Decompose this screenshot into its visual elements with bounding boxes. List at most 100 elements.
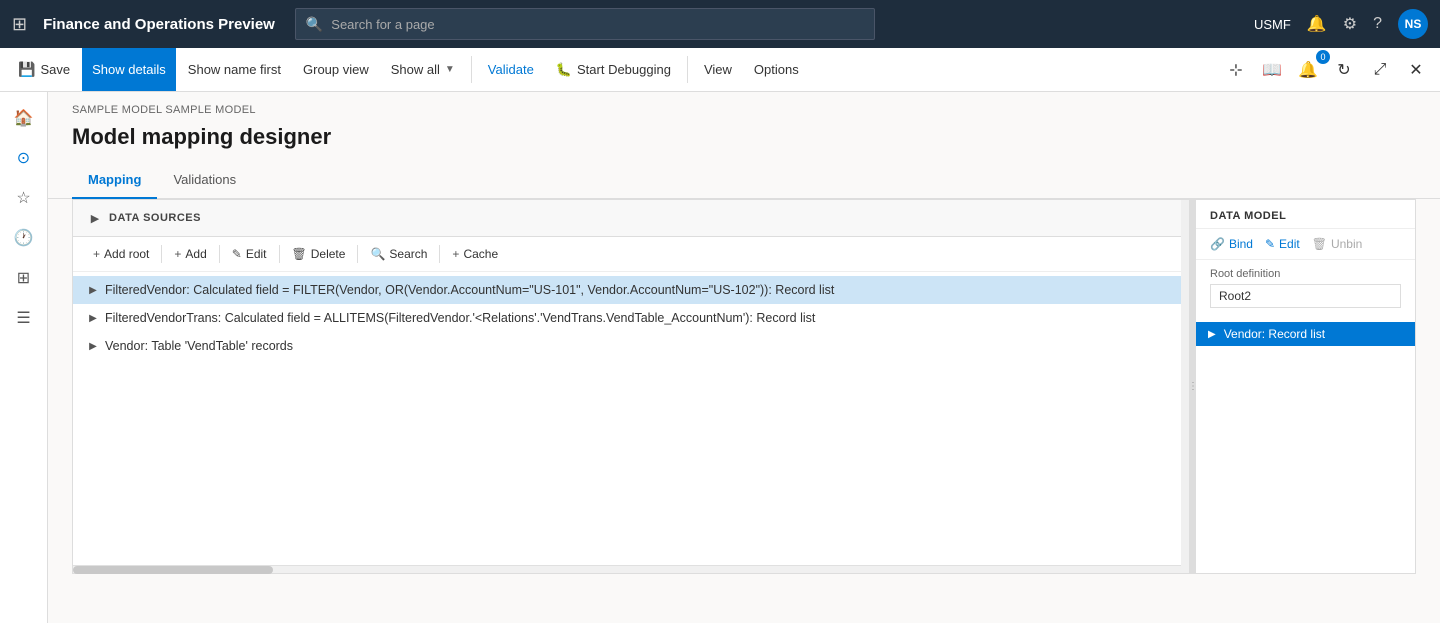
start-debugging-button[interactable]: 🐛 Start Debugging bbox=[546, 48, 681, 91]
read-mode-icon[interactable]: 📖 bbox=[1256, 54, 1288, 86]
view-button[interactable]: View bbox=[694, 48, 742, 91]
close-icon[interactable]: ✕ bbox=[1400, 54, 1432, 86]
show-name-first-button[interactable]: Show name first bbox=[178, 48, 291, 91]
personalize-icon[interactable]: ⊹ bbox=[1220, 54, 1252, 86]
toolbar-sep-5 bbox=[439, 245, 440, 263]
add-root-button[interactable]: + Add root bbox=[85, 243, 157, 265]
dm-tree-item-0[interactable]: ▶ Vendor: Record list bbox=[1196, 322, 1415, 346]
command-bar-right: ⊹ 📖 🔔 0 ↻ ⤢ ✕ bbox=[1220, 48, 1432, 91]
dm-root-def-label: Root definition bbox=[1210, 268, 1401, 280]
ds-panel-header: ▶ DATA SOURCES bbox=[73, 200, 1189, 237]
bind-label: Bind bbox=[1229, 237, 1253, 251]
top-nav: ⊞ Finance and Operations Preview 🔍 Searc… bbox=[0, 0, 1440, 48]
main-layout: 🏠 ⊙ ☆ 🕐 ⊞ ☰ SAMPLE MODEL SAMPLE MODEL Mo… bbox=[0, 92, 1440, 623]
sidebar: 🏠 ⊙ ☆ 🕐 ⊞ ☰ bbox=[0, 92, 48, 623]
ds-search-icon: 🔍 bbox=[370, 247, 385, 261]
ds-panel-title: DATA SOURCES bbox=[109, 212, 201, 224]
ds-scrollbar-thumb bbox=[73, 566, 273, 574]
tab-mapping[interactable]: Mapping bbox=[72, 162, 157, 199]
dm-tree: ▶ Vendor: Record list bbox=[1196, 316, 1415, 573]
page-title: Model mapping designer bbox=[48, 120, 1440, 162]
user-avatar[interactable]: NS bbox=[1398, 9, 1428, 39]
top-nav-right: USMF 🔔 ⚙ ? NS bbox=[1254, 9, 1428, 39]
help-icon[interactable]: ? bbox=[1373, 15, 1382, 33]
ds-delete-icon: 🗑 bbox=[292, 247, 307, 261]
tree-item-text-0: FilteredVendor: Calculated field = FILTE… bbox=[105, 283, 1177, 297]
save-label: Save bbox=[40, 62, 70, 77]
save-icon: 💾 bbox=[18, 61, 35, 78]
separator-2 bbox=[687, 56, 688, 83]
expand-icon-1[interactable]: ▶ bbox=[85, 310, 101, 326]
unbin-label: Unbin bbox=[1331, 237, 1362, 251]
ds-panel-toolbar: + Add root + Add ✎ Edit 🗑 bbox=[73, 237, 1189, 272]
notification-icon[interactable]: 🔔 bbox=[1307, 14, 1327, 34]
app-grid-icon[interactable]: ⊞ bbox=[12, 14, 27, 35]
ds-delete-button[interactable]: 🗑 Delete bbox=[284, 243, 354, 265]
group-view-button[interactable]: Group view bbox=[293, 48, 379, 91]
tree-item-1[interactable]: ▶ FilteredVendorTrans: Calculated field … bbox=[73, 304, 1189, 332]
sidebar-item-recent[interactable]: 🕐 bbox=[6, 220, 42, 256]
data-sources-panel: ▶ DATA SOURCES + Add root + Add bbox=[72, 199, 1190, 574]
tab-validations[interactable]: Validations bbox=[157, 162, 252, 199]
bind-icon: 🔗 bbox=[1210, 237, 1225, 251]
notifications-count-icon[interactable]: 🔔 0 bbox=[1292, 54, 1324, 86]
bind-button[interactable]: 🔗 Bind bbox=[1210, 237, 1253, 251]
toolbar-sep-4 bbox=[357, 245, 358, 263]
tabs-container: Mapping Validations bbox=[48, 162, 1440, 199]
ds-horizontal-scrollbar[interactable] bbox=[73, 565, 1189, 573]
breadcrumb: SAMPLE MODEL SAMPLE MODEL bbox=[48, 92, 1440, 120]
tree-item-2[interactable]: ▶ Vendor: Table 'VendTable' records bbox=[73, 332, 1189, 360]
separator-1 bbox=[471, 56, 472, 83]
show-details-label: Show details bbox=[92, 62, 166, 77]
avatar-initials: NS bbox=[1405, 17, 1422, 31]
ds-edit-label: Edit bbox=[246, 247, 267, 261]
global-search-bar[interactable]: 🔍 Search for a page bbox=[295, 8, 875, 40]
main-content: SAMPLE MODEL SAMPLE MODEL Model mapping … bbox=[48, 92, 1440, 623]
ds-cache-button[interactable]: + Cache bbox=[444, 243, 506, 265]
options-label: Options bbox=[754, 62, 799, 77]
ds-search-button[interactable]: 🔍 Search bbox=[362, 243, 435, 265]
open-in-new-icon[interactable]: ⤢ bbox=[1364, 54, 1396, 86]
dm-edit-icon: ✎ bbox=[1265, 237, 1275, 251]
notif-badge: 0 bbox=[1316, 50, 1330, 64]
start-debugging-label: Start Debugging bbox=[577, 62, 671, 77]
toolbar-sep-2 bbox=[219, 245, 220, 263]
ds-search-label: Search bbox=[389, 247, 427, 261]
save-button[interactable]: 💾 Save bbox=[8, 48, 80, 91]
show-details-button[interactable]: Show details bbox=[82, 48, 176, 91]
ds-add-button[interactable]: + Add bbox=[166, 243, 214, 265]
toolbar-sep-1 bbox=[161, 245, 162, 263]
ds-vertical-scrollbar[interactable] bbox=[1181, 200, 1189, 573]
sidebar-item-filter[interactable]: ⊙ bbox=[6, 140, 42, 176]
show-all-button[interactable]: Show all ▼ bbox=[381, 48, 465, 91]
expand-icon-2[interactable]: ▶ bbox=[85, 338, 101, 354]
panel-container: ▶ DATA SOURCES + Add root + Add bbox=[48, 199, 1440, 590]
tree-item-0[interactable]: ▶ FilteredVendor: Calculated field = FIL… bbox=[73, 276, 1189, 304]
validate-button[interactable]: Validate bbox=[478, 48, 544, 91]
sidebar-item-list[interactable]: ☰ bbox=[6, 300, 42, 336]
dm-edit-button[interactable]: ✎ Edit bbox=[1265, 237, 1300, 251]
add-root-icon: + bbox=[93, 247, 100, 261]
ds-edit-button[interactable]: ✎ Edit bbox=[224, 243, 275, 265]
data-model-panel: DATA MODEL 🔗 Bind ✎ Edit 🗑 Unbin bbox=[1196, 199, 1416, 574]
dm-actions: 🔗 Bind ✎ Edit 🗑 Unbin bbox=[1196, 229, 1415, 260]
sidebar-item-home[interactable]: 🏠 bbox=[6, 100, 42, 136]
sidebar-item-workspaces[interactable]: ⊞ bbox=[6, 260, 42, 296]
validate-label: Validate bbox=[488, 62, 534, 77]
expand-icon-0[interactable]: ▶ bbox=[85, 282, 101, 298]
dm-expand-icon-0[interactable]: ▶ bbox=[1208, 329, 1216, 340]
toolbar-sep-3 bbox=[279, 245, 280, 263]
add-root-label: Add root bbox=[104, 247, 149, 261]
group-view-label: Group view bbox=[303, 62, 369, 77]
sidebar-item-favorites[interactable]: ☆ bbox=[6, 180, 42, 216]
ds-cache-label: Cache bbox=[463, 247, 498, 261]
org-label: USMF bbox=[1254, 17, 1291, 32]
unbin-button[interactable]: 🗑 Unbin bbox=[1312, 237, 1363, 251]
app-title: Finance and Operations Preview bbox=[43, 16, 275, 33]
options-button[interactable]: Options bbox=[744, 48, 809, 91]
ds-panel-expand-btn[interactable]: ▶ bbox=[85, 208, 105, 228]
search-icon: 🔍 bbox=[306, 16, 323, 33]
refresh-icon[interactable]: ↻ bbox=[1328, 54, 1360, 86]
settings-icon[interactable]: ⚙ bbox=[1343, 14, 1357, 34]
tree-item-text-1: FilteredVendorTrans: Calculated field = … bbox=[105, 311, 1177, 325]
